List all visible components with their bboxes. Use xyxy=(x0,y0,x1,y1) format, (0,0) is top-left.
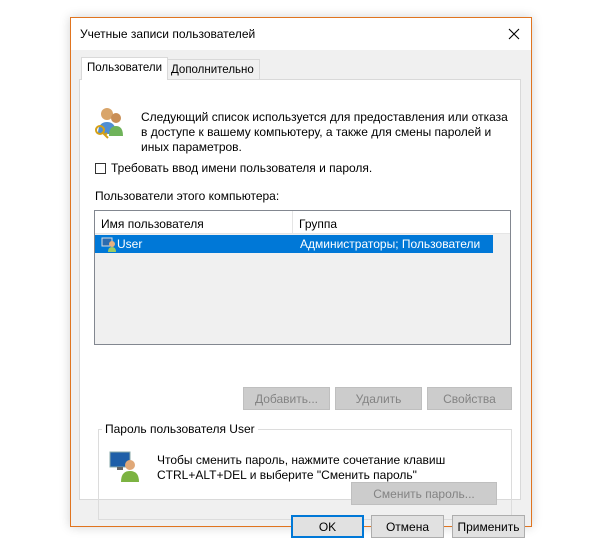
row-username: User xyxy=(117,237,143,251)
properties-button[interactable]: Свойства xyxy=(427,387,512,410)
users-keys-icon xyxy=(95,108,123,139)
password-hint-line-1: Чтобы сменить пароль, нажмите сочетание … xyxy=(157,453,446,467)
users-tab-panel: Следующий список используется для предос… xyxy=(79,79,521,520)
cancel-button[interactable]: Отмена xyxy=(371,515,444,538)
close-button[interactable] xyxy=(497,18,531,50)
dialog-client-area: Пользователи Дополнительно Следующий спи… xyxy=(71,50,531,538)
table-row[interactable]: User Администраторы; Пользователи xyxy=(95,235,493,253)
column-header-username[interactable]: Имя пользователя xyxy=(95,211,293,234)
require-login-checkbox[interactable] xyxy=(95,163,106,174)
column-header-group[interactable]: Группа xyxy=(293,211,510,234)
window-title: Учетные записи пользователей xyxy=(80,27,256,41)
users-list[interactable]: Имя пользователя Группа User Администрат… xyxy=(94,210,511,345)
password-group-title: Пароль пользователя User xyxy=(102,422,258,436)
title-bar: Учетные записи пользователей xyxy=(71,18,531,50)
password-hint-line-2: CTRL+ALT+DEL и выберите "Сменить пароль" xyxy=(157,468,417,482)
tab-advanced[interactable]: Дополнительно xyxy=(165,59,260,79)
intro-line-2: в доступе к вашему компьютеру, а также д… xyxy=(141,125,492,139)
tab-users[interactable]: Пользователи xyxy=(81,57,169,80)
intro-line-1: Следующий список используется для предос… xyxy=(141,110,508,124)
close-icon xyxy=(508,28,520,40)
user-monitor-icon xyxy=(109,451,139,482)
change-password-button[interactable]: Сменить пароль... xyxy=(351,482,497,505)
require-login-label[interactable]: Требовать ввод имени пользователя и паро… xyxy=(111,161,372,175)
users-list-caption: Пользователи этого компьютера: xyxy=(95,189,280,203)
ok-button[interactable]: OK xyxy=(291,515,364,538)
intro-line-3: иных параметров. xyxy=(141,140,242,154)
row-group: Администраторы; Пользователи xyxy=(300,237,481,251)
add-user-button[interactable]: Добавить... xyxy=(243,387,330,410)
apply-button[interactable]: Применить xyxy=(452,515,525,538)
user-row-icon xyxy=(101,237,116,252)
remove-user-button[interactable]: Удалить xyxy=(335,387,422,410)
user-accounts-dialog: Учетные записи пользователей Пользовател… xyxy=(70,17,532,538)
